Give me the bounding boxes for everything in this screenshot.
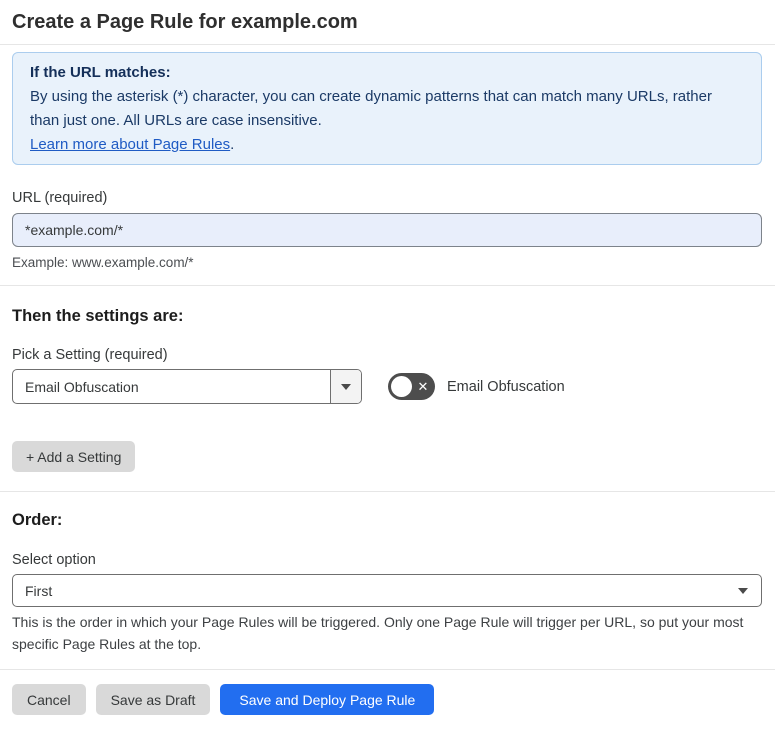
info-box-heading: If the URL matches: [30, 64, 171, 81]
page-title: Create a Page Rule for example.com [12, 11, 358, 33]
setting-select[interactable]: Email Obfuscation [12, 369, 362, 404]
divider [0, 44, 775, 45]
add-setting-button[interactable]: + Add a Setting [12, 441, 136, 472]
url-match-info-box: If the URL matches: By using the asteris… [12, 52, 762, 165]
info-box-body: By using the asterisk (*) character, you… [30, 88, 712, 129]
footer-buttons: Cancel Save as Draft Save and Deploy Pag… [12, 684, 762, 715]
learn-more-link[interactable]: Learn more about Page Rules [30, 136, 230, 153]
toggle-label: Email Obfuscation [447, 378, 565, 395]
pick-setting-label: Pick a Setting (required) [12, 347, 168, 363]
toggle-knob [391, 376, 412, 397]
url-example-helper: Example: www.example.com/* [12, 255, 194, 270]
order-select[interactable]: First [12, 574, 762, 607]
cancel-button[interactable]: Cancel [12, 684, 86, 715]
email-obfuscation-toggle-group: ✕ Email Obfuscation [388, 373, 565, 400]
setting-controls-row: Email Obfuscation ✕ Email Obfuscation [12, 369, 762, 404]
x-icon: ✕ [417, 379, 429, 394]
chevron-down-icon[interactable] [330, 370, 361, 403]
email-obfuscation-toggle[interactable]: ✕ [388, 373, 435, 400]
divider [0, 669, 775, 670]
order-helper-text: This is the order in which your Page Rul… [12, 614, 744, 652]
select-option-label: Select option [12, 552, 96, 568]
url-label: URL (required) [12, 190, 108, 206]
save-and-deploy-button[interactable]: Save and Deploy Page Rule [220, 684, 435, 715]
order-select-value: First [25, 582, 53, 599]
setting-select-value: Email Obfuscation [25, 378, 139, 395]
divider [0, 285, 775, 286]
settings-section-heading: Then the settings are: [12, 307, 184, 325]
chevron-down-icon [725, 575, 761, 606]
page-rule-form: Create a Page Rule for example.com If th… [0, 0, 775, 731]
link-suffix: . [230, 136, 235, 153]
info-box-link-line: Learn more about Page Rules. [30, 133, 744, 157]
save-as-draft-button[interactable]: Save as Draft [95, 684, 211, 715]
divider [0, 491, 775, 492]
order-section-heading: Order: [12, 511, 63, 529]
url-input[interactable] [12, 213, 762, 247]
